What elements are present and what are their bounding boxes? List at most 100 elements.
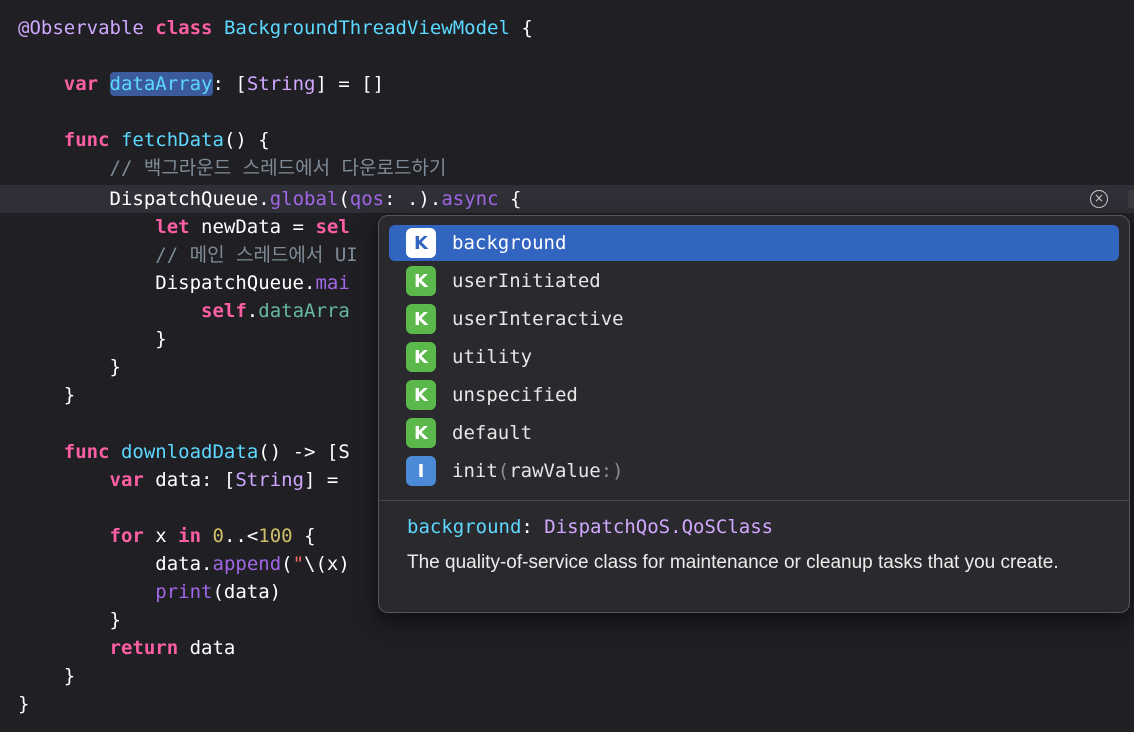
code-line-comment-background[interactable]: // 백그라운드 스레드에서 다운로드하기 [18,154,447,182]
completion-item-background[interactable]: K background [389,225,1119,261]
signature-token: () -> [S [258,441,350,463]
code-line-var-data[interactable]: var data: [String] = [18,466,339,494]
keyword-token: var [109,469,144,491]
keyword-badge-icon: K [406,304,436,334]
quick-help-doc: background: DispatchQoS.QoSClass The qua… [407,514,1107,576]
doc-signature: background: DispatchQoS.QoSClass [407,514,1107,540]
number-token: 100 [258,525,293,547]
code-line-for-loop[interactable]: for x in 0..<100 { [18,522,316,550]
doc-symbol-name: background [407,516,522,538]
function-name-token: fetchData [120,129,224,151]
code-line-func-fetchdata[interactable]: func fetchData() { [18,126,270,154]
completion-list[interactable]: K background K userInitiated K userInter… [379,216,1129,500]
initializer-badge-icon: I [406,456,436,486]
keyword-token: return [109,637,179,659]
completion-label: unspecified [452,384,578,406]
brace-token: } [155,328,167,350]
code-token: ] = [304,469,339,491]
method-token: append [212,553,282,575]
string-token: " [292,553,305,575]
brace-token: } [63,384,76,406]
keyword-badge-icon: K [406,266,436,296]
code-line-print[interactable]: print(data) [18,578,281,606]
range-operator-token: ..< [223,525,259,547]
dot-token: . [304,272,316,294]
completion-label: utility [452,346,533,368]
member-token: mai [315,272,350,294]
code-line-close-brace[interactable]: } [18,353,121,381]
completion-label: background [452,232,567,254]
keyword-token: func [63,441,110,463]
code-token: data [178,637,236,659]
code-line-append[interactable]: data.append("\(x) [18,550,350,578]
code-line-class-declaration[interactable]: @Observable class BackgroundThreadViewMo… [18,14,533,42]
keyword-badge-icon: K [406,380,436,410]
type-token: String [246,73,316,95]
code-line-func-downloaddata[interactable]: func downloadData() -> [S [18,438,350,466]
completion-item-userinteractive[interactable]: K userInteractive [389,301,1119,337]
argument-label-token: qos [349,188,385,210]
keyword-token: var [63,73,99,95]
brace-token: } [109,356,121,378]
dot-token: . [201,553,213,575]
code-token: data: [ [143,469,236,491]
keyword-token: for [109,525,144,547]
keyword-token: in [178,525,202,547]
brace-token: } [18,693,30,715]
completion-item-init-rawvalue[interactable]: I init(rawValue:) [389,453,1119,489]
brace-token: { [498,188,522,210]
code-line-close-brace[interactable]: } [18,606,121,634]
paren-token: ( [281,553,293,575]
init-paren: ( [497,460,510,482]
clear-circle-icon[interactable]: × [1090,190,1108,208]
function-call-token: print [155,581,213,603]
code-line-var-dataarray[interactable]: var dataArray: [String] = [] [18,70,384,98]
function-name-token: downloadData [120,441,259,463]
comment-token: // 백그라운드 스레드에서 다운로드하기 [109,157,447,179]
object-token: DispatchQueue [109,188,259,210]
member-token: dataArra [258,300,350,322]
completion-label: init(rawValue:) [452,460,624,482]
autocomplete-popup[interactable]: K background K userInitiated K userInter… [378,215,1130,613]
code-line-self-assign[interactable]: self.dataArra [18,297,350,325]
code-line-current-dispatch[interactable]: DispatchQueue.global(qos: .).async { [0,185,1134,213]
minimap-indicator [1128,190,1134,208]
code-token: newData = [189,216,316,238]
method-token: async [441,188,499,210]
params-token: () { [223,129,270,151]
code-line-return[interactable]: return data [18,634,236,662]
interpolation-token: \(x) [304,553,350,575]
keyword-token: self [201,300,247,322]
code-line-let-newdata[interactable]: let newData = sel [18,213,350,241]
code-line-close-brace[interactable]: } [18,662,75,690]
colon-token: : [212,73,224,95]
keyword-badge-icon: K [406,418,436,448]
code-line-close-brace[interactable]: } [18,325,167,353]
code-line-dispatch-main[interactable]: DispatchQueue.mai [18,269,350,297]
init-name: init [452,460,498,482]
paren-token: ( [338,188,350,210]
dot-token: . [258,188,270,210]
completion-item-default[interactable]: K default [389,415,1119,451]
code-line-close-brace[interactable]: } [18,690,29,718]
keyword-token: func [63,129,110,151]
type-token: String [235,469,304,491]
completion-item-userinitiated[interactable]: K userInitiated [389,263,1119,299]
keyword-token: let [155,216,190,238]
keyword-badge-icon: K [406,342,436,372]
completion-label: userInteractive [452,308,624,330]
object-token: data [155,553,202,575]
doc-colon: : [521,516,533,538]
code-line-close-brace[interactable]: } [18,381,75,409]
code-line-comment-main[interactable]: // 메인 스레드에서 UI [18,241,357,269]
selected-identifier[interactable]: dataArray [109,72,213,96]
number-token: 0 [212,525,224,547]
init-paren-close: :) [600,460,624,482]
class-name-token: BackgroundThreadViewModel [223,17,510,39]
loop-variable-token: x [143,525,179,547]
keyword-token: class [155,17,213,39]
completion-item-utility[interactable]: K utility [389,339,1119,375]
attribute-token: @Observable [18,17,144,39]
completion-item-unspecified[interactable]: K unspecified [389,377,1119,413]
keyword-token: sel [315,216,350,238]
